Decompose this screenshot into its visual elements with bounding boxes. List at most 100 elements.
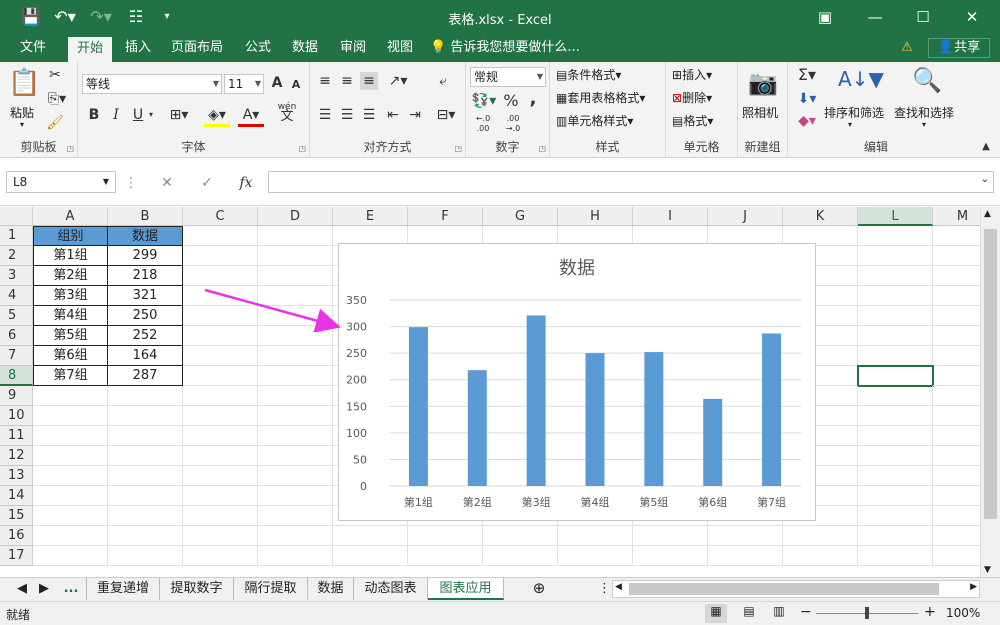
clear-icon[interactable]: ◆▾ (794, 112, 820, 130)
grid-cell[interactable] (33, 466, 108, 486)
sort-dropdown-icon[interactable]: ▾ (848, 120, 852, 129)
delete-cells-button[interactable]: ⊠删除▾ (672, 89, 712, 106)
grid-cell[interactable] (858, 466, 933, 486)
grid-cell[interactable] (858, 386, 933, 406)
row-header[interactable]: 17 (0, 546, 33, 566)
row-header[interactable]: 15 (0, 506, 33, 526)
zoom-slider-thumb[interactable] (865, 607, 869, 619)
grid-cell[interactable] (108, 506, 183, 526)
bar-chart[interactable]: 数据 0 50 100 150 200 250 300 350 第1组 第2组 第3组 第4组 第5组 第6… (338, 243, 816, 521)
column-header[interactable]: E (333, 207, 408, 226)
add-sheet-icon[interactable]: ⊕ (528, 578, 550, 600)
column-header[interactable]: H (558, 207, 633, 226)
currency-icon[interactable]: 💱▾ (470, 92, 498, 110)
table-header-cell[interactable]: 组别 (33, 226, 108, 246)
grid-cell[interactable] (858, 246, 933, 266)
grid-cell[interactable] (258, 226, 333, 246)
select-all-corner[interactable] (0, 207, 33, 226)
grid-cell[interactable] (933, 506, 980, 526)
column-header[interactable]: L (858, 207, 933, 226)
vertical-scrollbar[interactable]: ▲ ▼ (980, 207, 1000, 577)
grid-cell[interactable] (933, 366, 980, 386)
grid-cell[interactable] (183, 346, 258, 366)
tab-home[interactable]: 开始 (68, 37, 112, 62)
paste-icon[interactable]: 📋 (8, 66, 40, 100)
scroll-right-icon[interactable]: ▶ (970, 582, 977, 592)
row-header[interactable]: 5 (0, 306, 33, 326)
align-top-icon[interactable]: ≡ (316, 72, 334, 90)
font-color-button[interactable]: A▾ (238, 106, 264, 127)
bold-button[interactable]: B (86, 106, 102, 124)
grid-cell[interactable] (483, 526, 558, 546)
grid-cell[interactable] (183, 226, 258, 246)
grid-cell[interactable] (408, 526, 483, 546)
clipboard-launcher-icon[interactable]: ◳ (66, 144, 74, 153)
zoom-out-icon[interactable]: − (800, 604, 812, 620)
row-header[interactable]: 12 (0, 446, 33, 466)
number-format-select[interactable]: 常规 ▼ (470, 67, 546, 87)
zoom-level[interactable]: 100% (946, 606, 980, 620)
table-cell[interactable]: 218 (108, 266, 183, 286)
grid-cell[interactable] (33, 406, 108, 426)
italic-button[interactable]: I (108, 106, 124, 124)
grid-cell[interactable] (933, 466, 980, 486)
prev-sheet-icon[interactable]: ◀ (14, 578, 30, 600)
warning-icon[interactable]: ⚠ (896, 34, 918, 62)
grid-cell[interactable] (183, 506, 258, 526)
table-cell[interactable]: 第5组 (33, 326, 108, 346)
tell-me-box[interactable]: 💡 告诉我您想要做什么... (430, 34, 580, 62)
grid-cell[interactable] (258, 406, 333, 426)
row-header[interactable]: 1 (0, 226, 33, 246)
active-cell[interactable] (857, 365, 934, 387)
column-header[interactable]: A (33, 207, 108, 226)
grid-cell[interactable] (108, 426, 183, 446)
normal-view-icon[interactable]: ▦ (705, 604, 727, 623)
grid-cell[interactable] (258, 386, 333, 406)
grid-cell[interactable] (183, 486, 258, 506)
sheet-tab[interactable]: 隔行提取 (234, 578, 308, 600)
column-header[interactable]: K (783, 207, 858, 226)
grid-cell[interactable] (933, 446, 980, 466)
grid-cell[interactable] (258, 426, 333, 446)
grid-cell[interactable] (933, 406, 980, 426)
align-left-icon[interactable]: ☰ (316, 106, 334, 124)
camera-button[interactable]: 照相机 (742, 104, 778, 121)
sort-filter-icon[interactable]: A↓▼ (838, 66, 884, 92)
sheet-tab-active[interactable]: 图表应用 (428, 578, 504, 600)
grid-cell[interactable] (408, 546, 483, 566)
grid-cell[interactable] (33, 386, 108, 406)
grid-cell[interactable] (108, 546, 183, 566)
fill-icon[interactable]: ⬇▾ (794, 90, 820, 108)
ribbon-display-icon[interactable]: ▣ (813, 6, 837, 28)
minimize-icon[interactable]: — (863, 6, 887, 28)
comma-button[interactable]: , (524, 90, 542, 108)
sheet-tab[interactable]: 重复递增 (86, 578, 160, 600)
table-cell[interactable]: 299 (108, 246, 183, 266)
underline-dropdown-icon[interactable]: ▾ (146, 106, 156, 124)
format-cells-button[interactable]: ▤格式▾ (672, 112, 713, 129)
formula-input[interactable]: ⌄ (268, 171, 994, 193)
grid-cell[interactable] (183, 266, 258, 286)
table-cell[interactable]: 252 (108, 326, 183, 346)
row-header[interactable]: 4 (0, 286, 33, 306)
grid-cell[interactable] (708, 526, 783, 546)
table-cell[interactable]: 321 (108, 286, 183, 306)
insert-function-icon[interactable]: fx (236, 174, 256, 192)
paste-dropdown-icon[interactable]: ▾ (20, 120, 24, 129)
grid-cell[interactable] (183, 466, 258, 486)
column-header[interactable]: D (258, 207, 333, 226)
grid-cell[interactable] (33, 426, 108, 446)
wrap-text-icon[interactable]: ⤶ (432, 72, 454, 90)
format-painter-icon[interactable]: 🖌 (46, 114, 64, 132)
scroll-thumb[interactable] (984, 229, 997, 519)
sheet-tab[interactable]: 数据 (308, 578, 354, 600)
grid-cell[interactable] (258, 466, 333, 486)
grid-cell[interactable] (33, 446, 108, 466)
phonetic-guide-icon[interactable]: wén 文 (274, 102, 300, 123)
horizontal-scrollbar[interactable]: ◀ ▶ (612, 580, 980, 598)
cut-icon[interactable]: ✂ (46, 66, 64, 84)
underline-button[interactable]: U (130, 106, 146, 124)
autosum-icon[interactable]: Σ▾ (794, 66, 820, 84)
scroll-left-icon[interactable]: ◀ (615, 582, 622, 592)
grid-cell[interactable] (708, 546, 783, 566)
